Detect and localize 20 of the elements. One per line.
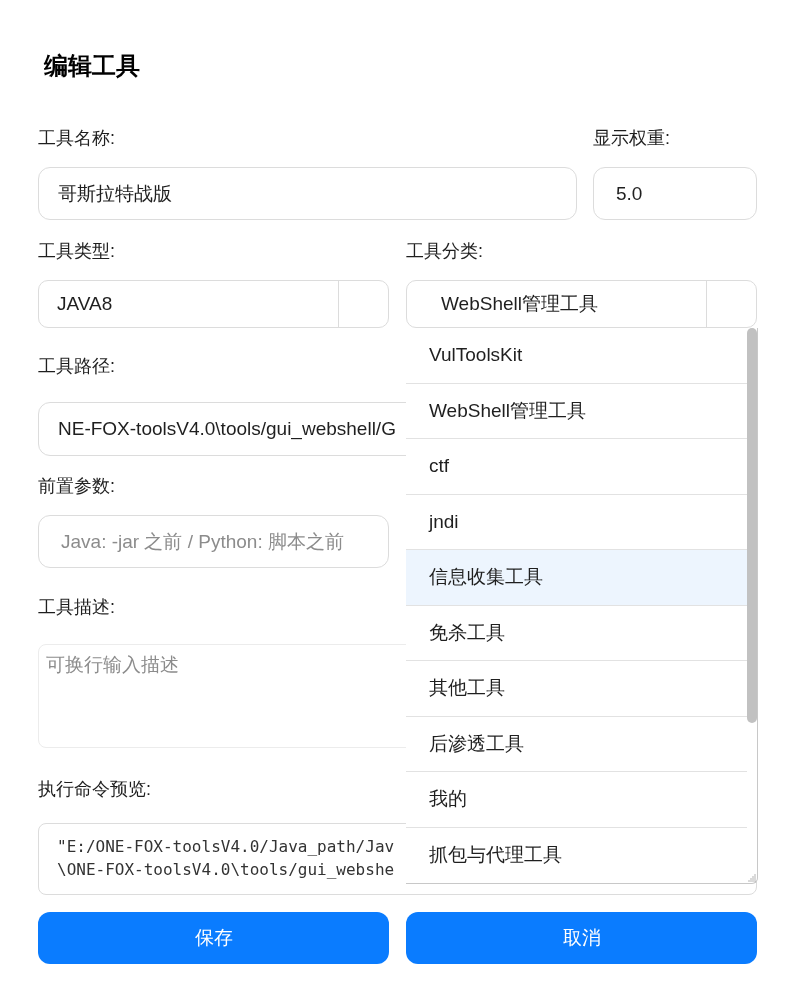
resize-grip-icon[interactable]	[748, 874, 756, 882]
field-label: 执行命令预览:	[38, 778, 151, 801]
field-label: 工具分类:	[406, 240, 483, 263]
text-input[interactable]: 哥斯拉特战版	[38, 167, 577, 220]
number-input[interactable]: 5.0	[593, 167, 757, 220]
field-label: 显示权重:	[593, 127, 670, 150]
field-label: 工具描述:	[38, 596, 115, 619]
command-text-line: "E:/ONE-FOX-toolsV4.0/Java_path/Jav	[57, 836, 395, 858]
scrollbar-thumb[interactable]	[747, 328, 757, 723]
save-button[interactable]: 保存	[38, 912, 389, 964]
cancel-button[interactable]: 取消	[406, 912, 757, 964]
field-label: 前置参数:	[38, 475, 115, 498]
dialog-title: 编辑工具	[44, 51, 140, 81]
field-label: 工具路径:	[38, 355, 115, 378]
field-label: 工具类型:	[38, 240, 115, 263]
dropdown-select[interactable]: WebShell管理工具	[406, 280, 757, 328]
dropdown-option[interactable]: 信息收集工具	[406, 550, 747, 606]
dropdown-select[interactable]: JAVA8	[38, 280, 389, 328]
command-text-line: \ONE-FOX-toolsV4.0\tools/gui_webshe	[57, 859, 395, 881]
field-label: 工具名称:	[38, 127, 115, 150]
